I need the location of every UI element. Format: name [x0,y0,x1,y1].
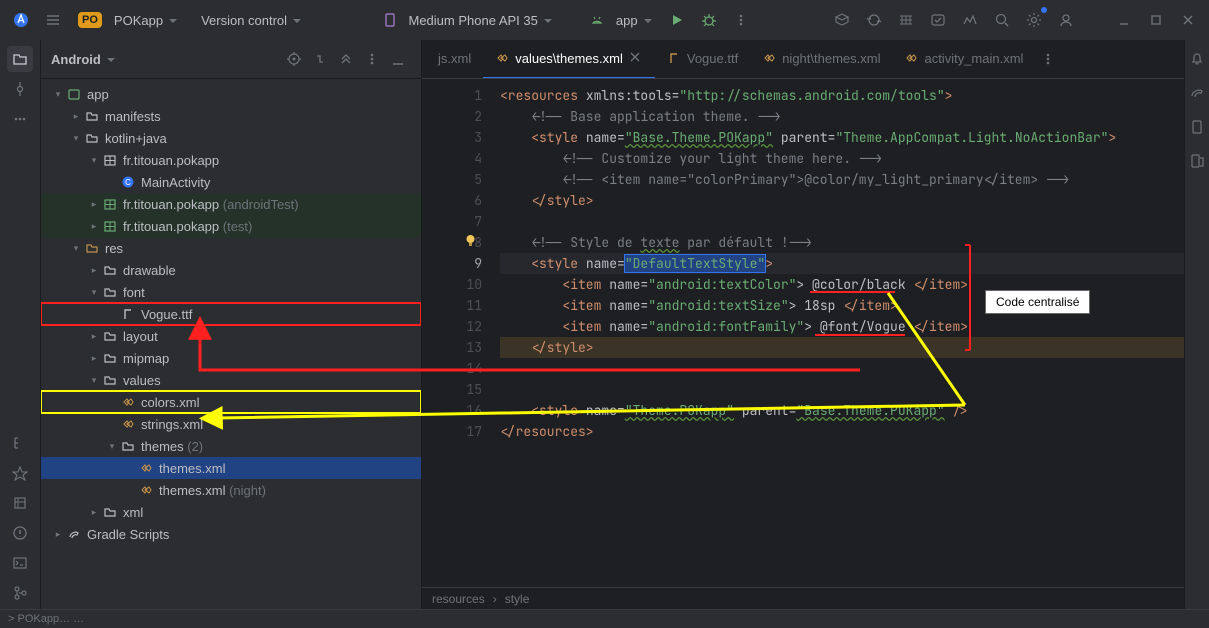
vcs-dropdown[interactable]: Version control [195,13,307,28]
project-badge: PO [78,12,102,28]
structure-tool-icon[interactable] [7,430,33,456]
project-selector[interactable]: PO POKapp [72,12,189,28]
android-icon [590,13,604,27]
restore-icon[interactable] [1143,7,1169,33]
tree-xml[interactable]: ▸xml [41,501,421,523]
debug-button[interactable] [696,7,722,33]
tree-res[interactable]: ▾res [41,237,421,259]
settings-icon[interactable] [1021,7,1047,33]
xml-file-icon [495,51,509,65]
run-config-label: app [610,13,658,28]
project-panel: Android ▾app ▸manifests ▾kotlin+java ▾fr… [41,40,422,610]
gutter: 1234567891011121314151617 [422,79,500,587]
project-name-label: POKapp [108,13,183,28]
right-tool-rail [1184,40,1209,610]
device-manager-icon[interactable] [893,7,919,33]
tab-themes-night[interactable]: night\themes.xml [750,40,892,79]
font-file-icon [667,51,681,65]
device-explorer-icon[interactable] [1184,148,1209,174]
tree-vogue-ttf[interactable]: ▸Vogue.ttf [41,303,421,325]
expand-all-icon[interactable] [307,46,333,72]
editor-area: js.xml values\themes.xml Vogue.ttf night… [422,40,1209,610]
tree-themes-light[interactable]: ▸themes.xml [41,457,421,479]
xml-file-icon [904,51,918,65]
version-control-tool-icon[interactable] [7,580,33,606]
tree-pkg-unittest[interactable]: ▸fr.titouan.pokapp (test) [41,215,421,237]
profiler-icon[interactable] [957,7,983,33]
commit-tool-icon[interactable] [7,76,33,102]
tree-colors-xml[interactable]: ▸colors.xml [41,391,421,413]
minimize-icon[interactable] [1111,7,1137,33]
tree-pkg-main[interactable]: ▾fr.titouan.pokapp [41,149,421,171]
tree-gradle[interactable]: ▸Gradle Scripts [41,523,421,545]
phone-icon [383,13,397,27]
code-content[interactable]: <resources xmlns:tools="http://schemas.a… [500,79,1209,587]
notifications-icon[interactable] [1184,46,1209,72]
top-toolbar: PO POKapp Version control Medium Phone A… [0,0,1209,41]
project-view-selector[interactable]: Android [51,52,115,67]
tree-layout[interactable]: ▸layout [41,325,421,347]
close-window-icon[interactable] [1175,7,1201,33]
search-icon[interactable] [989,7,1015,33]
bookmarks-tool-icon[interactable] [7,460,33,486]
breadcrumb-item[interactable]: resources [432,592,485,606]
tab-themes-values[interactable]: values\themes.xml [483,40,655,79]
close-tab-icon[interactable] [629,51,643,65]
app-logo-icon[interactable] [8,7,34,33]
terminal-tool-icon[interactable] [7,550,33,576]
tab-vogue-ttf[interactable]: Vogue.ttf [655,40,750,79]
project-tool-icon[interactable] [7,46,33,72]
hide-panel-icon[interactable] [385,46,411,72]
run-button[interactable] [664,7,690,33]
tree-kotlin-java[interactable]: ▾kotlin+java [41,127,421,149]
more-tool-icon[interactable] [7,106,33,132]
project-tree[interactable]: ▾app ▸manifests ▾kotlin+java ▾fr.titouan… [41,79,421,610]
panel-options-icon[interactable] [359,46,385,72]
tree-app[interactable]: ▾app [41,83,421,105]
account-icon[interactable] [1053,7,1079,33]
project-panel-header: Android [41,40,421,79]
problems-tool-icon[interactable] [7,520,33,546]
emulator-icon[interactable] [1184,114,1209,140]
tree-themes-dir[interactable]: ▾themes (2) [41,435,421,457]
device-selector[interactable]: Medium Phone API 35 [383,13,558,28]
tab-js-xml[interactable]: js.xml [426,40,483,79]
status-left: > POKapp… … [8,613,84,625]
collapse-all-icon[interactable] [333,46,359,72]
tree-themes-night[interactable]: ▸themes.xml (night) [41,479,421,501]
locate-file-icon[interactable] [281,46,307,72]
tree-values[interactable]: ▾values [41,369,421,391]
gradle-icon[interactable] [1184,80,1209,106]
app-quality-icon[interactable] [925,7,951,33]
tree-drawable[interactable]: ▸drawable [41,259,421,281]
code-with-me-icon[interactable] [829,7,855,33]
run-config-selector[interactable]: app [590,13,658,28]
svg-text:C: C [125,178,131,187]
tree-font[interactable]: ▾font [41,281,421,303]
intention-bulb-icon[interactable] [464,234,477,247]
main-menu-icon[interactable] [40,7,66,33]
tree-mipmap[interactable]: ▸mipmap [41,347,421,369]
code-editor[interactable]: 1234567891011121314151617 <resources xml… [422,79,1209,587]
tree-pkg-androidtest[interactable]: ▸fr.titouan.pokapp (androidTest) [41,193,421,215]
tabs-more-icon[interactable] [1035,46,1061,72]
build-variants-icon[interactable] [7,490,33,516]
breadcrumb-item[interactable]: style [505,592,530,606]
tree-main-activity[interactable]: ▸CMainActivity [41,171,421,193]
sync-gradle-icon[interactable] [861,7,887,33]
tab-activity-main[interactable]: activity_main.xml [892,40,1035,79]
editor-tabs: js.xml values\themes.xml Vogue.ttf night… [422,40,1209,79]
tree-manifests[interactable]: ▸manifests [41,105,421,127]
tree-strings-xml[interactable]: ▸strings.xml [41,413,421,435]
more-actions-icon[interactable] [728,7,754,33]
breadcrumb: resources › style [422,587,1209,610]
xml-file-icon [762,51,776,65]
status-bar: > POKapp… … [0,609,1209,628]
device-label: Medium Phone API 35 [403,13,558,28]
left-tool-rail [0,40,41,610]
